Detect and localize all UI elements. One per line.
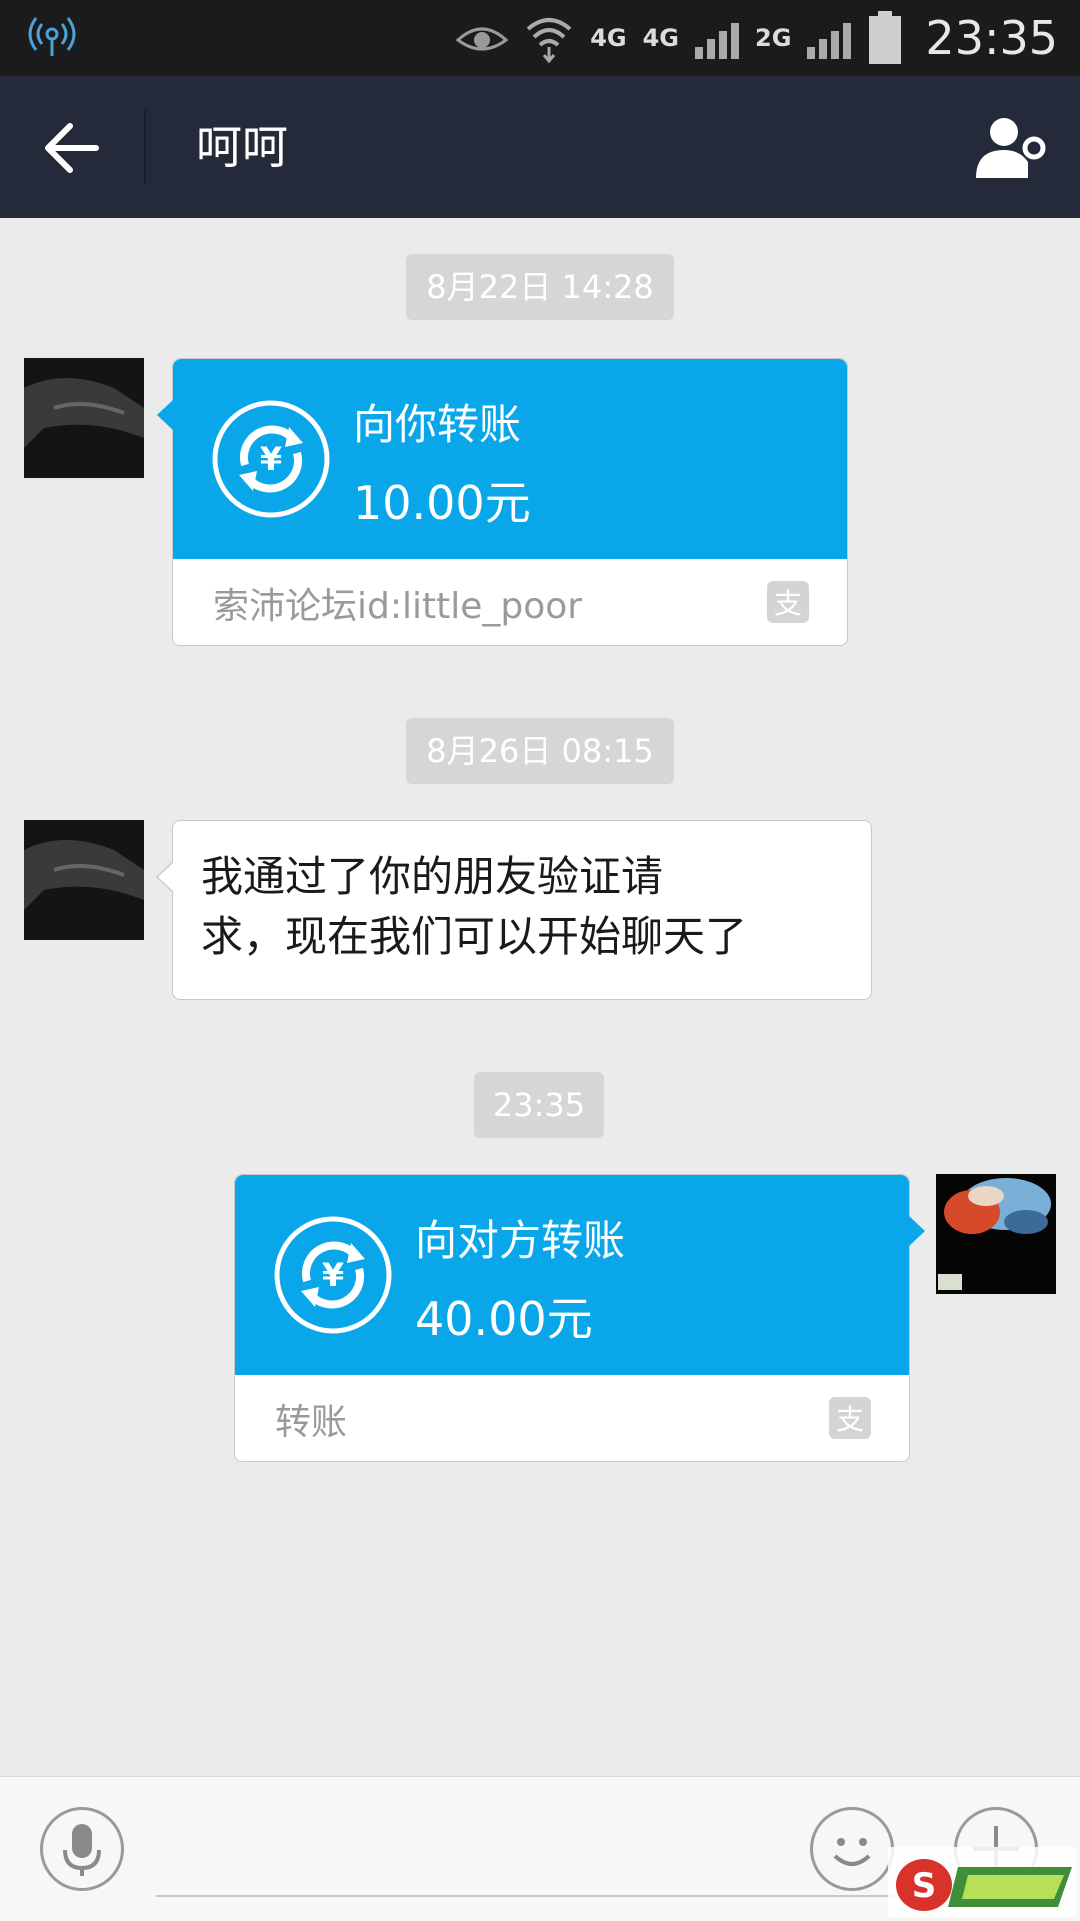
timestamp-chip: 8月26日 08:15 xyxy=(406,718,674,784)
title-divider xyxy=(144,110,146,184)
message-text-line-2: 求，现在我们可以开始聊天了 xyxy=(201,912,748,961)
timestamp-chip: 8月22日 14:28 xyxy=(406,254,674,320)
transfer-card-footer: 转账 支 xyxy=(235,1375,909,1461)
emoji-button[interactable] xyxy=(810,1807,894,1891)
transfer-title: 向你转账 xyxy=(353,400,522,449)
svg-text:S: S xyxy=(912,1866,937,1906)
transfer-amount: 10.00元 xyxy=(353,476,531,530)
status-bar: 4G 4G 2G 23:35 xyxy=(0,0,1080,76)
avatar[interactable] xyxy=(24,820,144,940)
signal-icon-2 xyxy=(807,17,852,59)
eye-icon xyxy=(456,27,509,51)
network-label-2: 4G xyxy=(642,24,680,52)
wifi-icon xyxy=(526,18,572,63)
svg-text:¥: ¥ xyxy=(322,1256,344,1294)
transfer-amount: 40.00元 xyxy=(415,1292,593,1346)
user-settings-icon[interactable] xyxy=(974,112,1050,184)
transfer-note: 索沛论坛id:little_poor xyxy=(213,586,583,627)
bubble-tail-fill xyxy=(158,862,174,892)
page-title: 呵呵 xyxy=(196,120,288,174)
svg-text:¥: ¥ xyxy=(260,440,282,478)
alipay-icon: 支 xyxy=(829,1397,871,1439)
transfer-note: 转账 xyxy=(275,1402,348,1443)
message-input[interactable] xyxy=(156,1895,916,1897)
svg-text:支: 支 xyxy=(774,587,802,620)
avatar-image xyxy=(24,820,144,940)
transfer-card[interactable]: ¥ 向对方转账 40.00元 转账 支 xyxy=(234,1174,925,1462)
transfer-card-header: ¥ 向你转账 10.00元 xyxy=(173,359,847,559)
text-message-bubble[interactable]: 我通过了你的朋友验证请 求，现在我们可以开始聊天了 xyxy=(156,820,872,1000)
clock: 23:35 xyxy=(925,11,1058,65)
transfer-title: 向对方转账 xyxy=(415,1216,626,1265)
message-text-line-1: 我通过了你的朋友验证请 xyxy=(201,852,664,901)
signal-icon xyxy=(695,17,740,59)
watermark-logo: S xyxy=(888,1847,1076,1917)
avatar-image xyxy=(24,358,144,478)
wifi-hotspot-icon xyxy=(28,17,76,56)
alipay-icon: 支 xyxy=(767,581,809,623)
transfer-card[interactable]: ¥ 向你转账 10.00元 索沛论坛id:little_poor 支 xyxy=(157,358,848,646)
avatar[interactable] xyxy=(24,358,144,478)
yuan-transfer-icon: ¥ xyxy=(212,400,330,518)
title-bar: 呵呵 xyxy=(0,76,1080,218)
svg-text:支: 支 xyxy=(836,1403,864,1436)
microphone-icon xyxy=(63,1824,101,1876)
avatar[interactable] xyxy=(936,1174,1056,1294)
back-button[interactable] xyxy=(36,112,108,184)
transfer-card-header: ¥ 向对方转账 40.00元 xyxy=(235,1175,909,1375)
avatar-image xyxy=(936,1174,1056,1294)
transfer-card-footer: 索沛论坛id:little_poor 支 xyxy=(173,559,847,645)
bubble-tail xyxy=(157,399,174,431)
bubble-tail xyxy=(908,1215,925,1247)
timestamp-chip: 23:35 xyxy=(474,1072,604,1138)
battery-icon xyxy=(869,11,902,64)
network-label-3: 2G xyxy=(755,24,792,52)
network-label-1: 4G xyxy=(590,24,627,52)
voice-button[interactable] xyxy=(40,1807,124,1891)
yuan-transfer-icon: ¥ xyxy=(274,1216,392,1334)
smiley-icon xyxy=(833,1838,871,1866)
input-bar: S xyxy=(0,1776,1080,1921)
